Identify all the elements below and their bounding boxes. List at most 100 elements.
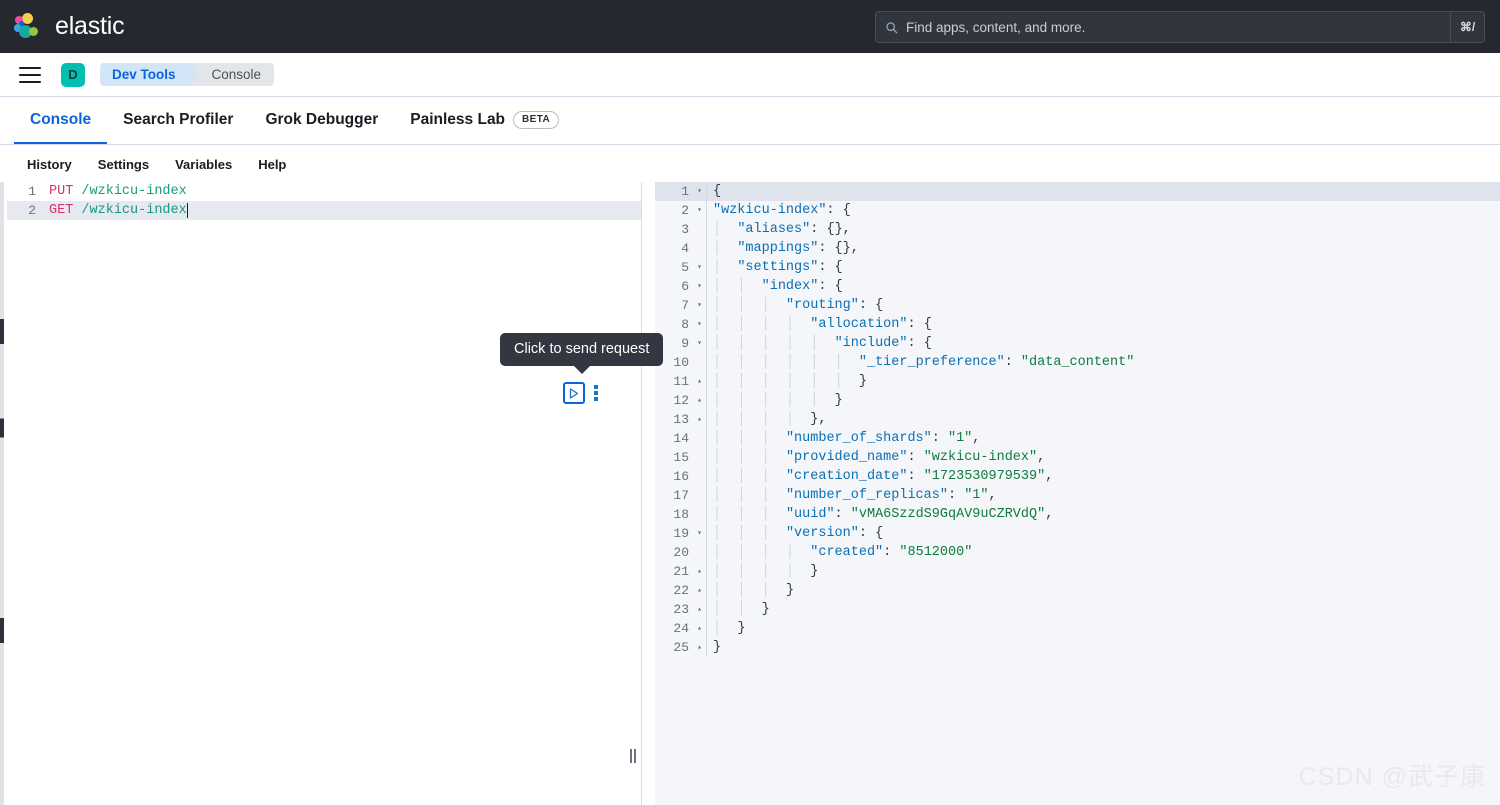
submenu-item-help[interactable]: Help xyxy=(245,157,299,172)
tab-console-label: Console xyxy=(30,111,91,129)
response-line: 16│ │ │ "creation_date": "1723530979539"… xyxy=(655,467,1500,486)
global-search[interactable]: ⌘/ xyxy=(875,11,1485,43)
fold-toggle-icon[interactable]: ▾ xyxy=(693,182,706,201)
app-tabs: Console Search Profiler Grok Debugger Pa… xyxy=(0,97,1500,145)
avatar[interactable]: D xyxy=(61,63,85,87)
breadcrumb-item-dev-tools[interactable]: Dev Tools xyxy=(100,63,192,86)
response-line: 15 │ │ │ "provided_name": "wzkicu-index", xyxy=(655,448,1500,467)
elastic-logo-icon xyxy=(14,12,44,42)
brand[interactable]: elastic xyxy=(14,12,124,42)
response-line-number: 22 xyxy=(655,583,693,598)
response-code-text: │ "settings": { xyxy=(706,258,1500,277)
response-line: 11▴│ │ │ │ │ │ } xyxy=(655,372,1500,391)
collapsed-left-rail xyxy=(0,182,4,805)
response-code-text: │ │ │ "number_of_shards": "1", xyxy=(706,429,1500,448)
response-code-text: │ │ │ "version": { xyxy=(706,524,1500,543)
response-line-number: 14 xyxy=(655,431,693,446)
tab-console[interactable]: Console xyxy=(14,97,107,144)
response-line: 12▴│ │ │ │ │ } xyxy=(655,391,1500,410)
brand-name: elastic xyxy=(55,12,124,41)
submenu-item-settings[interactable]: Settings xyxy=(85,157,162,172)
response-viewer[interactable]: 1▾{2▾"wzkicu-index": {3│ "aliases": {},4… xyxy=(655,182,1500,805)
response-line-number: 17 xyxy=(655,488,693,503)
response-line: 2▾"wzkicu-index": { xyxy=(655,201,1500,220)
response-line: 22▴│ │ │ } xyxy=(655,581,1500,600)
fold-toggle-icon[interactable]: ▴ xyxy=(693,562,706,581)
response-line: 20│ │ │ │ "created": "8512000" xyxy=(655,543,1500,562)
response-line-number: 23 xyxy=(655,602,693,617)
response-line-number: 5 xyxy=(655,260,693,275)
console-submenu: History Settings Variables Help xyxy=(0,146,1500,182)
response-line-number: 12 xyxy=(655,393,693,408)
kebab-menu-icon[interactable] xyxy=(594,385,598,401)
response-line-number: 4 xyxy=(655,241,693,256)
response-code-text: │ │ │ } xyxy=(706,581,1500,600)
breadcrumb-item-console[interactable]: Console xyxy=(192,63,275,86)
tab-search-profiler[interactable]: Search Profiler xyxy=(107,97,249,144)
response-line: 18 │ │ │ "uuid": "vMA6SzzdS9GqAV9uCZRVdQ"… xyxy=(655,505,1500,524)
fold-toggle-icon[interactable]: ▴ xyxy=(693,600,706,619)
response-line-number: 15 xyxy=(655,450,693,465)
tab-painless-lab[interactable]: Painless Lab BETA xyxy=(394,97,575,144)
response-code-text: │ │ "index": { xyxy=(706,277,1500,296)
response-code-text: │ │ │ "routing": { xyxy=(706,296,1500,315)
response-line-number: 19 xyxy=(655,526,693,541)
search-icon xyxy=(876,12,906,42)
response-code-text: │ │ │ "provided_name": "wzkicu-index", xyxy=(706,448,1500,467)
drag-handle-icon[interactable] xyxy=(626,748,640,764)
response-line-number: 11 xyxy=(655,374,693,389)
editor-line-number: 2 xyxy=(7,203,49,218)
text-caret xyxy=(187,203,188,218)
breadcrumb-bar: D Dev Tools Console xyxy=(0,53,1500,97)
submenu-item-history[interactable]: History xyxy=(14,157,85,172)
editor-line[interactable]: 2GET /wzkicu-index xyxy=(7,201,641,220)
response-line-number: 1 xyxy=(655,184,693,199)
response-line: 13▴│ │ │ │ }, xyxy=(655,410,1500,429)
response-code-text: │ │ │ │ "created": "8512000" xyxy=(706,543,1500,562)
response-code-text: } xyxy=(706,638,1500,657)
fold-toggle-icon[interactable]: ▴ xyxy=(693,581,706,600)
fold-toggle-icon[interactable]: ▴ xyxy=(693,638,706,657)
top-header: elastic ⌘/ xyxy=(0,0,1500,53)
response-code-text: │ │ │ │ }, xyxy=(706,410,1500,429)
fold-toggle-icon[interactable]: ▾ xyxy=(693,334,706,353)
response-line: 19▾│ │ │ "version": { xyxy=(655,524,1500,543)
response-code-text: │ │ │ "number_of_replicas": "1", xyxy=(706,486,1500,505)
response-line: 1▾{ xyxy=(655,182,1500,201)
response-line: 14 │ │ │ "number_of_shards": "1", xyxy=(655,429,1500,448)
fold-toggle-icon[interactable]: ▾ xyxy=(693,296,706,315)
response-line: 10│ │ │ │ │ │ "_tier_preference": "data_… xyxy=(655,353,1500,372)
response-code-text: "wzkicu-index": { xyxy=(706,201,1500,220)
fold-toggle-icon[interactable]: ▾ xyxy=(693,258,706,277)
request-editor[interactable]: 1PUT /wzkicu-index2GET /wzkicu-index xyxy=(7,182,641,805)
tab-grok-debugger[interactable]: Grok Debugger xyxy=(249,97,394,144)
fold-toggle-icon[interactable]: ▾ xyxy=(693,201,706,220)
fold-toggle-icon[interactable]: ▾ xyxy=(693,277,706,296)
fold-toggle-icon[interactable]: ▾ xyxy=(693,315,706,334)
fold-toggle-icon[interactable]: ▴ xyxy=(693,391,706,410)
response-code-text: │ │ │ "uuid": "vMA6SzzdS9GqAV9uCZRVdQ", xyxy=(706,505,1500,524)
response-line-number: 18 xyxy=(655,507,693,522)
fold-toggle-icon[interactable]: ▾ xyxy=(693,524,706,543)
response-line: 17 │ │ │ "number_of_replicas": "1", xyxy=(655,486,1500,505)
fold-toggle-icon[interactable]: ▴ xyxy=(693,410,706,429)
search-shortcut-badge: ⌘/ xyxy=(1450,12,1484,42)
request-path: /wzkicu-index xyxy=(73,203,186,218)
response-line-number: 2 xyxy=(655,203,693,218)
response-line-number: 8 xyxy=(655,317,693,332)
response-code-text: │ "aliases": {}, xyxy=(706,220,1500,239)
send-request-button[interactable] xyxy=(563,382,585,404)
editor-line[interactable]: 1PUT /wzkicu-index xyxy=(7,182,641,201)
search-input[interactable] xyxy=(906,12,1450,42)
http-method: PUT xyxy=(49,184,73,199)
editor-line-number: 1 xyxy=(7,184,49,199)
split-divider xyxy=(641,182,642,805)
hamburger-menu-icon[interactable] xyxy=(19,67,41,83)
response-line: 5▾│ "settings": { xyxy=(655,258,1500,277)
fold-toggle-icon[interactable]: ▴ xyxy=(693,619,706,638)
submenu-item-variables[interactable]: Variables xyxy=(162,157,245,172)
fold-toggle-icon[interactable]: ▴ xyxy=(693,372,706,391)
response-line: 8▾│ │ │ │ "allocation": { xyxy=(655,315,1500,334)
response-code-text: │ │ │ │ │ │ "_tier_preference": "data_co… xyxy=(706,353,1500,372)
response-line-number: 6 xyxy=(655,279,693,294)
